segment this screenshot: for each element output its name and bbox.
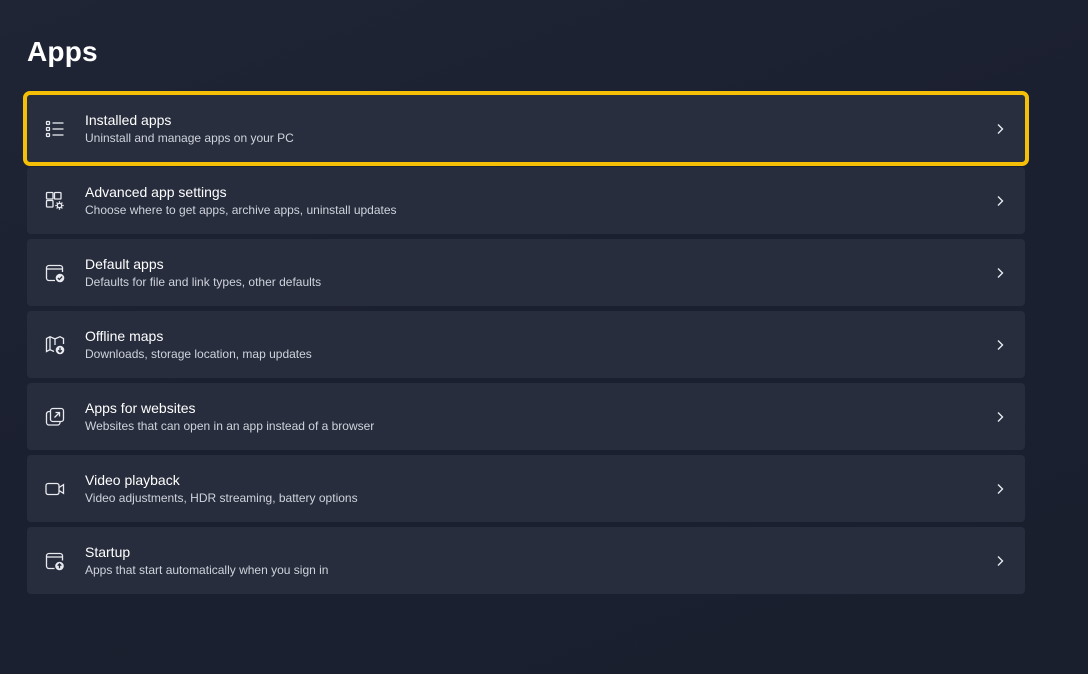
open-in-app-icon xyxy=(44,406,66,428)
offline-maps-item[interactable]: Offline maps Downloads, storage location… xyxy=(27,311,1025,378)
item-title: Apps for websites xyxy=(85,400,196,416)
chevron-right-icon xyxy=(993,266,1007,280)
item-subtitle: Video adjustments, HDR streaming, batter… xyxy=(85,491,358,505)
default-apps-item[interactable]: Default apps Defaults for file and link … xyxy=(27,239,1025,306)
advanced-app-settings-item[interactable]: Advanced app settings Choose where to ge… xyxy=(27,167,1025,234)
chevron-right-icon xyxy=(993,338,1007,352)
item-title: Installed apps xyxy=(85,112,172,128)
app-settings-icon xyxy=(44,190,66,212)
item-title: Offline maps xyxy=(85,328,164,344)
item-subtitle: Downloads, storage location, map updates xyxy=(85,347,312,361)
chevron-right-icon xyxy=(993,554,1007,568)
item-title: Video playback xyxy=(85,472,180,488)
video-playback-item[interactable]: Video playback Video adjustments, HDR st… xyxy=(27,455,1025,522)
page-title: Apps xyxy=(27,36,98,67)
chevron-right-icon xyxy=(993,194,1007,208)
item-subtitle: Defaults for file and link types, other … xyxy=(85,275,322,289)
item-subtitle: Choose where to get apps, archive apps, … xyxy=(85,203,397,217)
startup-item[interactable]: Startup Apps that start automatically wh… xyxy=(27,527,1025,594)
video-camera-icon xyxy=(44,478,66,500)
chevron-right-icon xyxy=(993,410,1007,424)
installed-apps-item[interactable]: Installed apps Uninstall and manage apps… xyxy=(23,91,1029,166)
default-apps-icon xyxy=(44,262,66,284)
map-download-icon xyxy=(44,334,66,356)
item-title: Default apps xyxy=(85,256,164,272)
startup-icon xyxy=(44,550,66,572)
item-subtitle: Apps that start automatically when you s… xyxy=(85,563,329,577)
chevron-right-icon xyxy=(993,122,1007,136)
item-subtitle: Websites that can open in an app instead… xyxy=(85,419,375,433)
chevron-right-icon xyxy=(993,482,1007,496)
item-title: Startup xyxy=(85,544,131,560)
list-icon xyxy=(44,118,66,140)
apps-for-websites-item[interactable]: Apps for websites Websites that can open… xyxy=(27,383,1025,450)
item-title: Advanced app settings xyxy=(85,184,227,200)
item-subtitle: Uninstall and manage apps on your PC xyxy=(85,131,294,145)
settings-list: Installed apps Uninstall and manage apps… xyxy=(23,91,1029,599)
